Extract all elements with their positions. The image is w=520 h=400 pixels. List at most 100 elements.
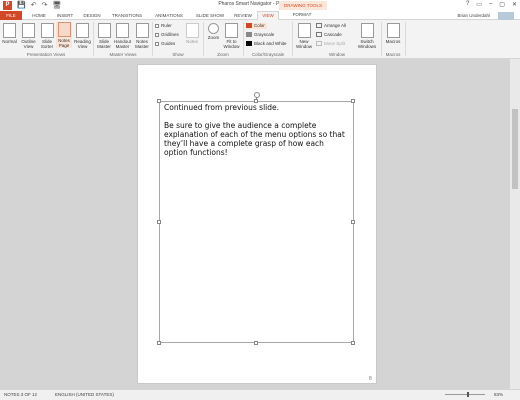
- normal-view-label: Normal: [2, 39, 17, 44]
- new-window-icon: [297, 23, 311, 38]
- ribbon-separator: [405, 22, 406, 56]
- slide-sorter-label: Slide Sorter: [40, 39, 54, 49]
- arrange-all-button[interactable]: Arrange All: [316, 23, 346, 29]
- tab-view[interactable]: VIEW: [257, 11, 279, 20]
- color-swatch-icon: [246, 23, 252, 29]
- move-split-label: Move Split: [324, 41, 346, 46]
- zoom-level[interactable]: 83%: [494, 390, 503, 400]
- normal-view-button[interactable]: Normal: [2, 23, 17, 44]
- reading-view-icon: [76, 23, 89, 38]
- magnifier-icon: [208, 23, 219, 34]
- drawing-tools-label: DRAWING TOOLS: [279, 1, 327, 10]
- vertical-scrollbar[interactable]: [510, 59, 520, 389]
- fit-to-window-label: Fit to Window: [223, 39, 240, 49]
- notes-text[interactable]: Continued from previous slide. Be sure t…: [164, 103, 350, 166]
- cascade-button[interactable]: Cascade: [316, 32, 342, 38]
- notes-page-icon: [57, 22, 71, 37]
- resize-handle[interactable]: [351, 99, 355, 103]
- tab-review[interactable]: REVIEW: [232, 11, 254, 20]
- ribbon-display-icon[interactable]: ▭: [476, 1, 482, 8]
- language-status[interactable]: ENGLISH (UNITED STATES): [55, 390, 114, 400]
- avatar[interactable]: [498, 12, 514, 20]
- new-window-button[interactable]: New Window: [295, 23, 313, 49]
- outline-view-icon: [22, 23, 35, 38]
- grayscale-label: Grayscale: [254, 32, 275, 37]
- zoom-slider-thumb[interactable]: [467, 392, 469, 397]
- new-window-label: New Window: [295, 39, 312, 49]
- rotate-handle[interactable]: [254, 92, 260, 98]
- notes-page-button[interactable]: Notes Page: [56, 22, 72, 48]
- grayscale-swatch-icon: [246, 32, 252, 38]
- maximize-icon[interactable]: ▢: [499, 1, 505, 8]
- notes-count-status[interactable]: NOTES 3 OF 12: [4, 390, 37, 400]
- tab-insert[interactable]: INSERT: [54, 11, 76, 20]
- tab-file[interactable]: FILE: [0, 11, 22, 20]
- notes-master-button[interactable]: Notes Master: [134, 23, 150, 49]
- user-name[interactable]: Brian Underdahl: [457, 13, 490, 18]
- resize-handle[interactable]: [351, 220, 355, 224]
- help-icon[interactable]: ?: [466, 1, 469, 8]
- macros-label: Macros: [385, 39, 401, 44]
- tab-slideshow[interactable]: SLIDE SHOW: [191, 11, 229, 20]
- normal-view-icon: [3, 23, 16, 38]
- notes-button[interactable]: Notes: [184, 23, 200, 44]
- resize-handle[interactable]: [157, 220, 161, 224]
- notes-master-label: Notes Master: [135, 39, 149, 49]
- slide-master-button[interactable]: Slide Master: [96, 23, 112, 49]
- ribbon-separator: [93, 22, 94, 56]
- macros-icon: [386, 23, 400, 38]
- tab-animations[interactable]: ANIMATIONS: [150, 11, 188, 20]
- handout-master-button[interactable]: Handout Master: [113, 23, 132, 49]
- slide-sorter-icon: [40, 23, 54, 38]
- color-button[interactable]: Color: [246, 23, 267, 29]
- close-icon[interactable]: ✕: [512, 1, 517, 8]
- resize-handle[interactable]: [351, 341, 355, 345]
- move-split-icon: [316, 41, 322, 47]
- color-label: Color: [254, 23, 265, 28]
- ribbon-separator: [292, 22, 293, 56]
- arrange-all-label: Arrange All: [324, 23, 347, 28]
- resize-handle[interactable]: [157, 99, 161, 103]
- ruler-checkbox[interactable]: Ruler: [155, 23, 172, 29]
- minimize-icon[interactable]: –: [489, 1, 492, 8]
- notes-paragraph: Continued from previous slide.: [164, 103, 279, 112]
- window-controls: ? ▭ – ▢ ✕: [466, 1, 517, 8]
- fit-to-window-button[interactable]: Fit to Window: [222, 23, 241, 49]
- zoom-button[interactable]: Zoom: [206, 23, 221, 40]
- group-master-views: Master Views: [109, 52, 137, 57]
- black-white-label: Black and White: [254, 41, 287, 46]
- group-zoom: Zoom: [217, 52, 229, 57]
- gridlines-label: Gridlines: [161, 32, 179, 37]
- switch-windows-button[interactable]: Switch Windows: [356, 23, 378, 49]
- group-macros: Macros: [385, 52, 401, 57]
- tab-home[interactable]: HOME: [28, 11, 50, 20]
- notes-master-icon: [135, 23, 149, 38]
- resize-handle[interactable]: [157, 341, 161, 345]
- guides-checkbox[interactable]: Guides: [155, 41, 175, 47]
- group-color-grayscale: Color/Grayscale: [251, 52, 285, 57]
- gridlines-checkbox[interactable]: Gridlines: [155, 32, 179, 38]
- black-white-button[interactable]: Black and White: [246, 41, 287, 47]
- outline-view-button[interactable]: Outline View: [20, 23, 37, 49]
- resize-handle[interactable]: [254, 341, 258, 345]
- notes-label: Notes: [186, 39, 198, 44]
- notes-page-label: Notes Page: [58, 38, 70, 48]
- scrollbar-thumb[interactable]: [512, 109, 518, 189]
- group-window: Window: [328, 52, 345, 57]
- slide-sorter-button[interactable]: Slide Sorter: [39, 23, 55, 49]
- reading-view-label: Reading View: [74, 39, 91, 49]
- ribbon-separator: [243, 22, 244, 56]
- slide-master-icon: [97, 23, 111, 38]
- tab-transitions[interactable]: TRANSITIONS: [108, 11, 146, 20]
- arrange-all-icon: [316, 23, 322, 29]
- switch-windows-icon: [360, 23, 374, 38]
- reading-view-button[interactable]: Reading View: [74, 23, 91, 49]
- grayscale-button[interactable]: Grayscale: [246, 32, 274, 38]
- outline-view-label: Outline View: [21, 39, 36, 49]
- tab-format[interactable]: FORMAT: [288, 10, 316, 19]
- move-split-button[interactable]: Move Split: [316, 41, 345, 47]
- zoom-slider[interactable]: [445, 394, 485, 395]
- macros-button[interactable]: Macros: [384, 23, 402, 44]
- tab-design[interactable]: DESIGN: [81, 11, 103, 20]
- zoom-label: Zoom: [207, 35, 220, 40]
